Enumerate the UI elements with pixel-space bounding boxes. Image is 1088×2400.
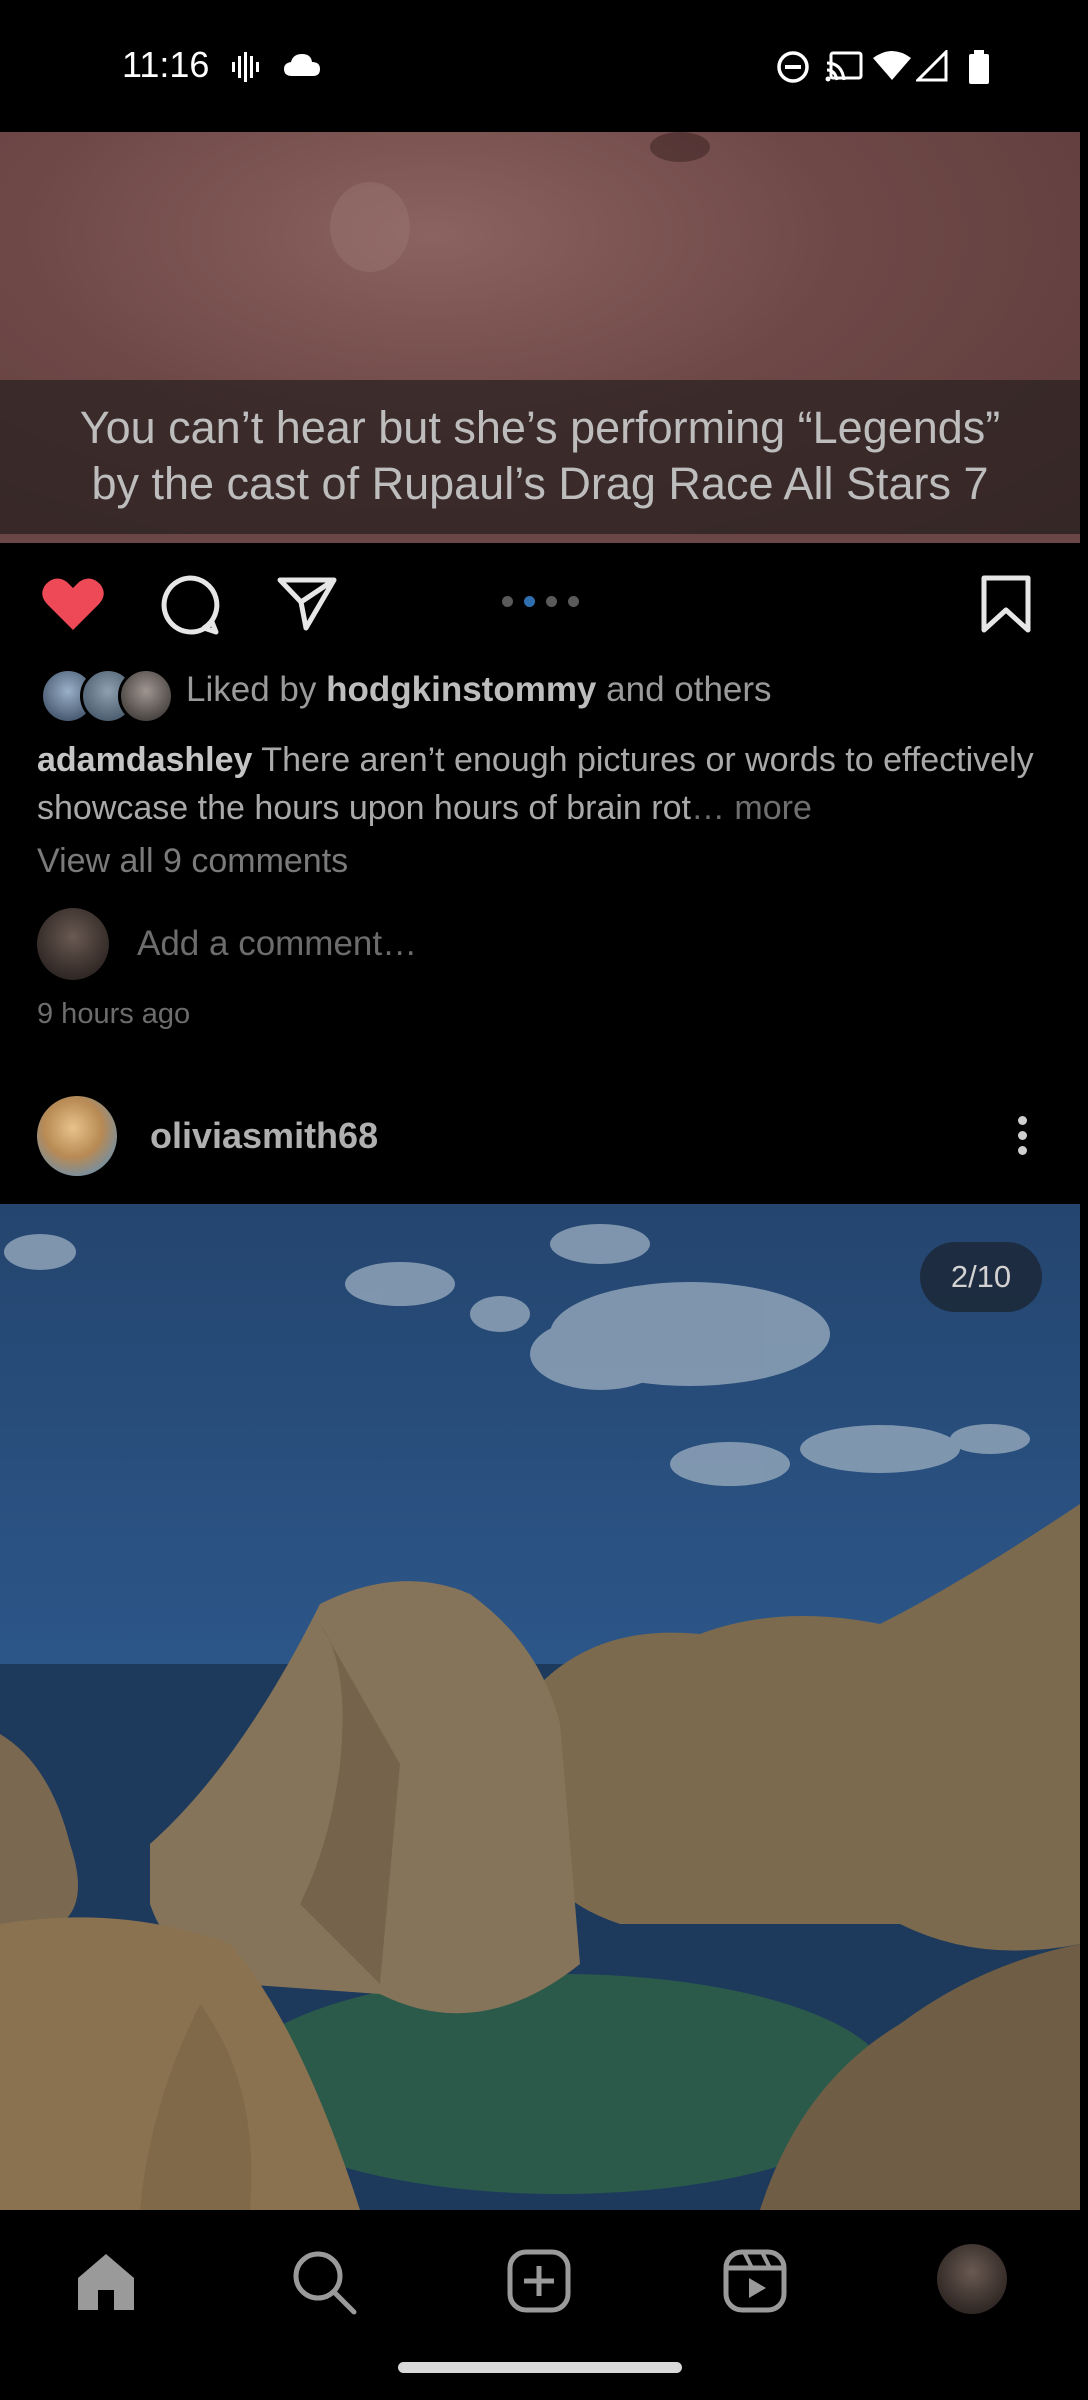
media-caption-line-2: by the cast of Rupaul’s Drag Race All St… (91, 458, 989, 509)
create-post-icon[interactable] (506, 2248, 572, 2314)
carousel-dot (502, 596, 513, 607)
status-time: 11:16 (122, 44, 210, 85)
wifi-icon (873, 51, 911, 80)
avatar (118, 668, 174, 724)
carousel-dot (568, 596, 579, 607)
caption-ellipsis: … (690, 789, 725, 827)
post-timestamp: 9 hours ago (37, 998, 191, 1030)
carousel-counter-badge: 2/10 (920, 1242, 1042, 1312)
save-bookmark-icon[interactable] (980, 574, 1032, 634)
media-caption-text: You can’t hear but she’s performing “Leg… (0, 400, 1080, 512)
liked-by-username[interactable]: hodgkinstommy (326, 670, 596, 709)
home-icon[interactable] (74, 2250, 138, 2314)
cloud-icon (284, 54, 320, 76)
reels-icon[interactable] (722, 2248, 788, 2314)
do-not-disturb-icon (777, 51, 809, 83)
caption-username[interactable]: adamdashley (37, 741, 252, 779)
coastal-cliffs-photo (0, 1224, 1080, 2210)
like-heart-icon[interactable] (40, 574, 106, 634)
post-author-avatar[interactable] (37, 1096, 117, 1176)
battery-icon (969, 50, 989, 84)
media-divider (0, 534, 1080, 543)
add-comment-input[interactable]: Add a comment… (137, 924, 417, 964)
liked-by-text[interactable]: Liked by hodgkinstommy and others (186, 670, 772, 710)
caption-more-link[interactable]: more (734, 789, 811, 827)
cast-icon (825, 51, 863, 82)
post-author-username[interactable]: oliviasmith68 (150, 1115, 378, 1157)
comment-icon[interactable] (158, 574, 222, 636)
current-user-avatar (37, 908, 109, 980)
profile-avatar[interactable] (937, 2244, 1007, 2314)
carousel-dot-active (524, 596, 535, 607)
search-icon[interactable] (290, 2248, 358, 2316)
post-caption[interactable]: adamdashley There aren’t enough pictures… (37, 736, 1047, 832)
liked-by-prefix: Liked by (186, 670, 317, 709)
view-all-comments-link[interactable]: View all 9 comments (37, 842, 348, 881)
media-caption-line-1: You can’t hear but she’s performing “Leg… (79, 402, 1001, 453)
gesture-home-bar[interactable] (398, 2362, 682, 2373)
more-options-icon[interactable] (1008, 1112, 1036, 1160)
liked-by-suffix: and others (606, 670, 772, 709)
cellular-signal-icon (916, 50, 948, 82)
carousel-indicator (502, 594, 590, 612)
share-send-icon[interactable] (276, 574, 338, 632)
post-media-image[interactable] (0, 1204, 1080, 2210)
voicemail-wave-icon (232, 52, 259, 82)
carousel-dot (546, 596, 557, 607)
